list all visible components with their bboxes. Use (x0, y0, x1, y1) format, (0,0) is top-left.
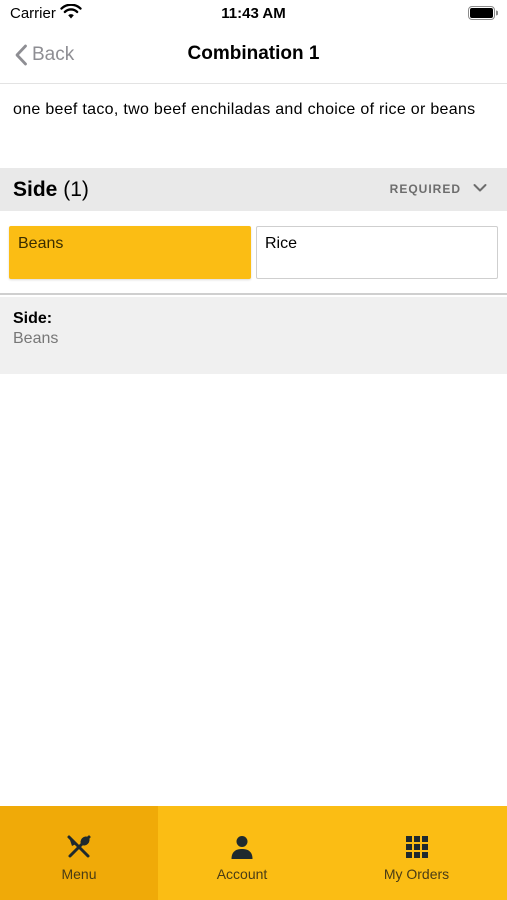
section-title-text: Side (13, 178, 58, 201)
selection-summary: Side: Beans (0, 297, 507, 374)
person-icon (231, 836, 253, 859)
tab-account[interactable]: Account (158, 806, 326, 900)
section-count: (1) (63, 178, 89, 201)
item-description: one beef taco, two beef enchiladas and c… (13, 101, 476, 118)
side-options: Beans Rice (0, 211, 507, 295)
tab-bar: Menu Account My Orders (0, 806, 507, 900)
clock: 11:43 AM (221, 5, 286, 22)
page-title: Combination 1 (187, 43, 320, 64)
tab-menu[interactable]: Menu (0, 806, 158, 900)
navigation-bar: Back Combination 1 (0, 28, 507, 84)
tab-account-label: Account (216, 866, 268, 882)
summary-label: Side: (13, 310, 53, 327)
required-badge: REQUIRED (389, 182, 461, 196)
battery-icon (468, 6, 498, 20)
grid-icon (405, 836, 428, 858)
side-section-header[interactable]: Side (1) REQUIRED (0, 168, 507, 211)
section-title: Side (1) (13, 178, 89, 202)
utensils-icon (67, 835, 91, 858)
chevron-down-icon[interactable] (473, 182, 487, 194)
tab-my-orders[interactable]: My Orders (326, 806, 507, 900)
tab-menu-label: Menu (61, 866, 97, 882)
summary-value: Beans (13, 330, 59, 347)
status-bar: Carrier 11:43 AM (0, 0, 507, 28)
option-beans[interactable]: Beans (9, 226, 251, 279)
tab-my-orders-label: My Orders (383, 866, 450, 882)
option-rice[interactable]: Rice (256, 226, 498, 279)
